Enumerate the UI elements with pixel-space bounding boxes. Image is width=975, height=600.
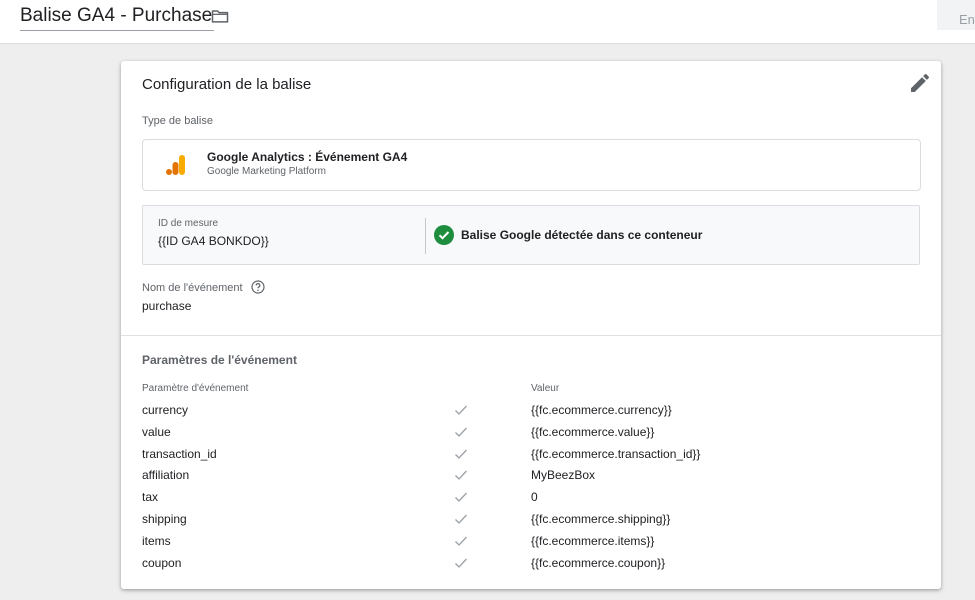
pencil-icon[interactable] <box>908 71 932 95</box>
param-value: {{fc.ecommerce.transaction_id}} <box>531 446 701 461</box>
param-name: value <box>142 424 171 439</box>
event-name-label: Nom de l'événement <box>142 282 243 294</box>
check-icon <box>455 427 467 437</box>
check-icon <box>455 558 467 568</box>
value-column-header: Valeur <box>531 383 560 394</box>
measurement-divider <box>425 218 426 254</box>
tag-configuration-card: Configuration de la balise Type de balis… <box>121 61 941 589</box>
measurement-id-box: ID de mesure {{ID GA4 BONKDO}} Balise Go… <box>142 205 920 265</box>
check-circle-icon <box>434 225 454 245</box>
param-value: MyBeezBox <box>531 468 596 483</box>
param-name: shipping <box>142 511 187 526</box>
param-name: items <box>142 533 171 548</box>
table-row: items {{fc.ecommerce.items}} <box>121 530 941 552</box>
param-value: 0 <box>531 490 538 505</box>
folder-icon[interactable] <box>209 6 231 26</box>
tag-type-subtitle: Google Marketing Platform <box>207 166 326 177</box>
table-row: affiliation MyBeezBox <box>121 464 941 486</box>
check-icon <box>455 470 467 481</box>
table-row: currency {{fc.ecommerce.currency}} <box>121 399 941 421</box>
table-row: tax 0 <box>121 486 941 508</box>
tag-detected-status: Balise Google détectée dans ce conteneur <box>461 228 703 242</box>
measurement-id-value: {{ID GA4 BONKDO}} <box>158 234 269 248</box>
param-name: currency <box>142 403 189 417</box>
table-row: transaction_id {{fc.ecommerce.transactio… <box>121 443 941 465</box>
param-value: {{fc.ecommerce.currency}} <box>531 403 672 417</box>
tag-type-name: Google Analytics : Événement GA4 <box>207 150 408 164</box>
param-column-header: Paramètre d'événement <box>142 383 249 394</box>
tag-type-box[interactable]: Google Analytics : Événement GA4 Google … <box>142 139 921 191</box>
param-name: transaction_id <box>142 446 217 461</box>
top-bar: Balise GA4 - Purchase En <box>0 0 975 44</box>
check-icon <box>455 536 467 546</box>
check-icon <box>455 405 467 415</box>
table-row: coupon {{fc.ecommerce.coupon}} <box>121 552 941 574</box>
param-value: {{fc.ecommerce.value}} <box>531 424 655 439</box>
param-value: {{fc.ecommerce.shipping}} <box>531 511 671 526</box>
check-icon <box>455 449 467 459</box>
tag-type-label: Type de balise <box>142 115 213 127</box>
check-icon <box>455 492 467 503</box>
param-name: tax <box>142 490 159 505</box>
event-params-title: Paramètres de l'événement <box>142 353 297 367</box>
measurement-id-label: ID de mesure <box>158 218 219 229</box>
google-analytics-logo <box>166 155 185 175</box>
event-params-table: currency {{fc.ecommerce.currency}} value… <box>121 399 941 573</box>
help-icon[interactable] <box>251 280 265 294</box>
section-divider <box>121 335 941 336</box>
save-button[interactable]: En <box>937 0 975 30</box>
param-name: coupon <box>142 555 182 570</box>
param-name: affiliation <box>142 468 190 483</box>
param-value: {{fc.ecommerce.coupon}} <box>531 555 666 570</box>
card-title: Configuration de la balise <box>142 76 312 93</box>
check-icon <box>455 514 467 524</box>
table-row: shipping {{fc.ecommerce.shipping}} <box>121 508 941 530</box>
param-value: {{fc.ecommerce.items}} <box>531 533 655 548</box>
table-row: value {{fc.ecommerce.value}} <box>121 421 941 443</box>
event-name-value: purchase <box>142 299 192 313</box>
tag-name-field[interactable]: Balise GA4 - Purchase <box>20 4 215 31</box>
